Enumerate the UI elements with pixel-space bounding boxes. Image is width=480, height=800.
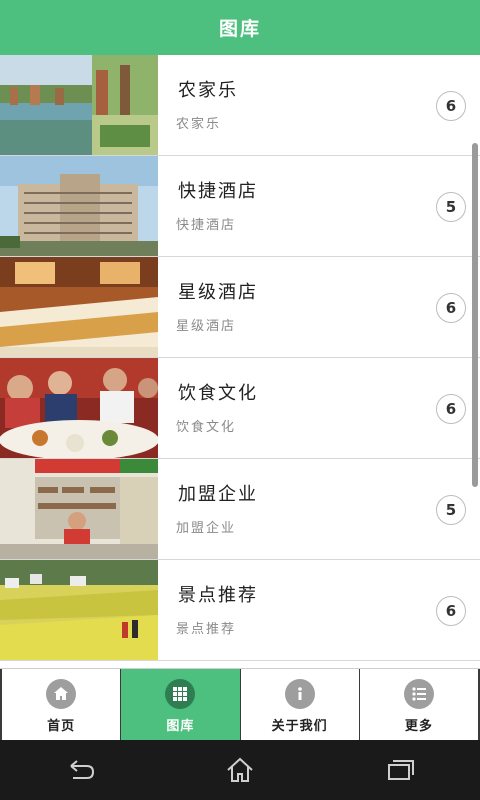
count-badge: 6 <box>436 293 466 323</box>
grid-icon <box>165 679 196 709</box>
list-item-title: 景点推荐 <box>178 585 258 606</box>
count-badge: 6 <box>436 394 466 424</box>
list-item-text: 农家乐 农家乐 <box>158 55 480 155</box>
hotel-building-thumbnail <box>0 156 158 256</box>
list-item-subtitle: 快捷酒店 <box>176 218 237 233</box>
list-item[interactable]: 快捷酒店 快捷酒店 5 <box>0 156 480 257</box>
dining-thumbnail <box>0 358 158 458</box>
recent-apps-icon <box>388 760 414 780</box>
list-item-subtitle: 加盟企业 <box>176 521 237 536</box>
list-item-subtitle: 饮食文化 <box>176 420 237 435</box>
list-item-text: 景点推荐 景点推荐 <box>158 560 480 660</box>
list-icon <box>403 679 434 709</box>
list-item[interactable]: 农家乐 农家乐 6 <box>0 55 480 156</box>
list-item-subtitle: 农家乐 <box>176 117 222 132</box>
tab-label: 更多 <box>404 719 433 734</box>
tab-gallery[interactable]: 图库 <box>120 669 240 740</box>
home-icon <box>46 679 77 709</box>
list-item-subtitle: 星级酒店 <box>176 319 237 334</box>
count-badge: 5 <box>436 495 466 525</box>
tab-more[interactable]: 更多 <box>358 669 480 740</box>
tab-home[interactable]: 首页 <box>0 669 120 740</box>
list-item-title: 饮食文化 <box>178 383 258 404</box>
tab-label: 关于我们 <box>271 719 328 734</box>
list-item[interactable]: 饮食文化 饮食文化 6 <box>0 358 480 459</box>
back-button[interactable] <box>50 750 110 790</box>
list-item-text: 快捷酒店 快捷酒店 <box>158 156 480 256</box>
tab-about[interactable]: 关于我们 <box>239 669 359 740</box>
list-item-text: 饮食文化 饮食文化 <box>158 358 480 458</box>
top-bar: 图库 <box>0 0 480 55</box>
bottom-tab-bar: 首页 图库 关于我们 更多 <box>0 668 480 740</box>
hotel-room-thumbnail <box>0 257 158 357</box>
list-item-title: 星级酒店 <box>178 282 258 303</box>
list-item-title: 加盟企业 <box>178 484 258 505</box>
count-badge: 5 <box>436 192 466 222</box>
list-item-title: 农家乐 <box>178 80 238 101</box>
system-nav-bar <box>0 740 480 800</box>
list-item-subtitle: 景点推荐 <box>176 622 237 637</box>
home-button[interactable] <box>210 750 270 790</box>
scrollbar[interactable] <box>472 143 478 487</box>
info-icon <box>284 679 315 709</box>
list-item-title: 快捷酒店 <box>178 181 258 202</box>
tab-label: 首页 <box>47 719 76 734</box>
list-item[interactable]: 加盟企业 加盟企业 5 <box>0 459 480 560</box>
shop-thumbnail <box>0 459 158 559</box>
count-badge: 6 <box>436 91 466 121</box>
recent-apps-button[interactable] <box>370 750 430 790</box>
tab-label: 图库 <box>166 719 195 734</box>
list-item-text: 星级酒店 星级酒店 <box>158 257 480 357</box>
list-item-text: 加盟企业 加盟企业 <box>158 459 480 559</box>
flower-field-thumbnail <box>0 560 158 660</box>
farmhouse-thumbnail <box>0 55 158 155</box>
home-icon <box>227 757 253 782</box>
list-item[interactable]: 星级酒店 星级酒店 6 <box>0 257 480 358</box>
page-title: 图库 <box>218 18 261 40</box>
gallery-list[interactable]: 农家乐 农家乐 6 快捷酒店 快捷酒店 5 星级酒店 星级酒店 6 饮食文化 饮… <box>0 55 480 668</box>
back-icon <box>70 760 95 779</box>
count-badge: 6 <box>436 596 466 626</box>
list-item[interactable]: 景点推荐 景点推荐 6 <box>0 560 480 661</box>
